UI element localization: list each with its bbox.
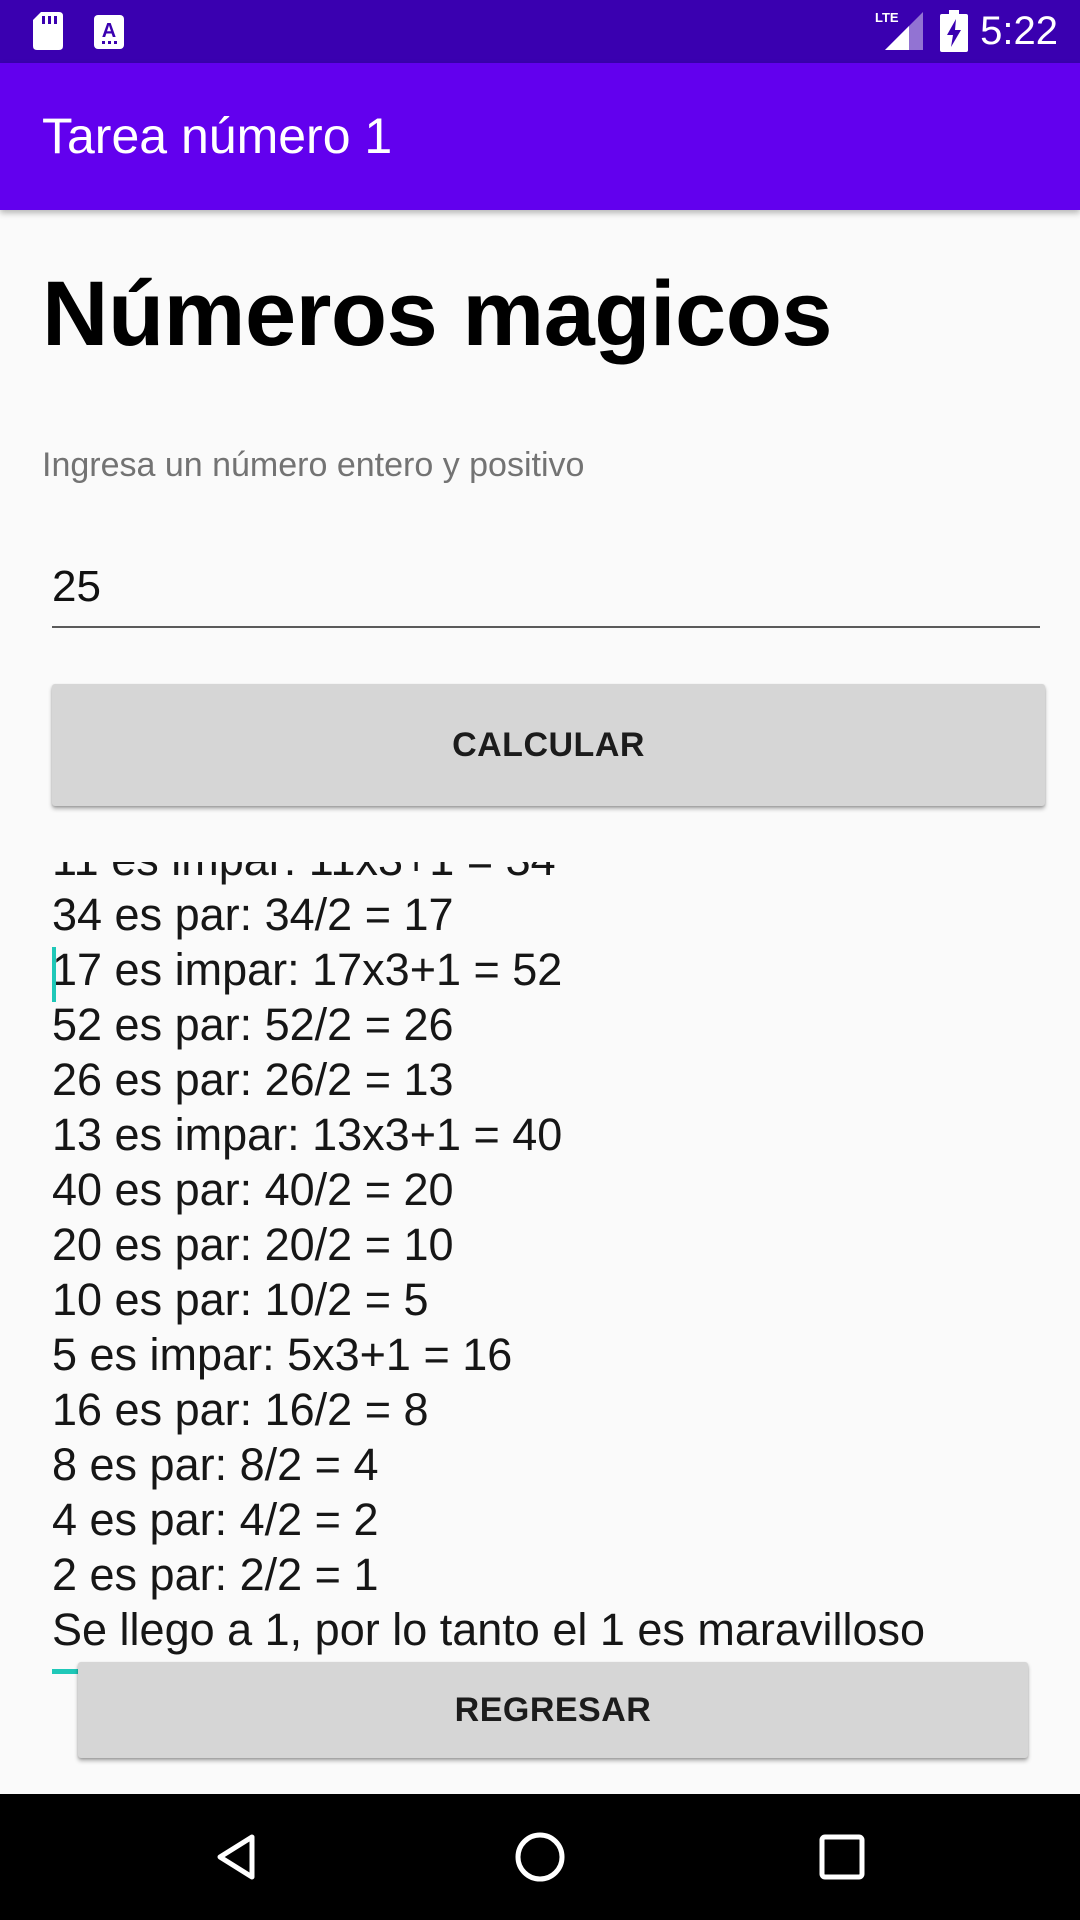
result-line: 11 es impar: 11x3+1 = 34 [52,862,925,887]
lte-signal-icon: LTE [875,10,923,50]
result-line: 20 es par: 20/2 = 10 [52,1219,454,1270]
status-bar: A LTE 5:22 [0,0,1080,63]
result-line: 13 es impar: 13x3+1 = 40 [52,1109,563,1160]
svg-text:A: A [102,20,116,42]
result-line: 17 es impar: 17x3+1 = 52 [52,944,563,995]
result-line: 10 es par: 10/2 = 5 [52,1274,429,1325]
results-text[interactable]: 11 es impar: 11x3+1 = 3434 es par: 34/2 … [0,862,1080,1667]
back-icon[interactable] [208,1827,268,1887]
a-notification-icon: A [94,15,124,49]
status-clock: 5:22 [980,9,1058,53]
calcular-button[interactable]: CALCULAR [52,684,1045,806]
regresar-button[interactable]: REGRESAR [78,1662,1028,1758]
result-line: 52 es par: 52/2 = 26 [52,999,454,1050]
results-underline [52,1669,78,1674]
number-input[interactable] [52,548,1040,628]
result-line: 5 es impar: 5x3+1 = 16 [52,1329,513,1380]
result-line: Se llego a 1, por lo tanto el 1 es marav… [52,1604,925,1655]
result-line: 4 es par: 4/2 = 2 [52,1494,379,1545]
input-hint: Ingresa un número entero y positivo [42,446,585,484]
results-list: 11 es impar: 11x3+1 = 3434 es par: 34/2 … [52,862,925,1657]
app-bar: Tarea número 1 [0,63,1080,210]
result-line: 26 es par: 26/2 = 13 [52,1054,454,1105]
app-title: Tarea número 1 [42,108,393,164]
home-icon[interactable] [510,1827,570,1887]
result-line: 8 es par: 8/2 = 4 [52,1439,379,1490]
text-cursor [52,947,56,1002]
result-line: 40 es par: 40/2 = 20 [52,1164,454,1215]
result-line: 16 es par: 16/2 = 8 [52,1384,429,1435]
sd-card-icon [33,12,63,50]
page-heading: Números magicos [42,263,833,365]
navigation-bar [0,1794,1080,1920]
result-line: 34 es par: 34/2 = 17 [52,889,454,940]
battery-charging-icon [940,10,968,52]
recents-icon[interactable] [812,1827,872,1887]
svg-text:LTE: LTE [875,10,899,25]
result-line: 2 es par: 2/2 = 1 [52,1549,379,1600]
